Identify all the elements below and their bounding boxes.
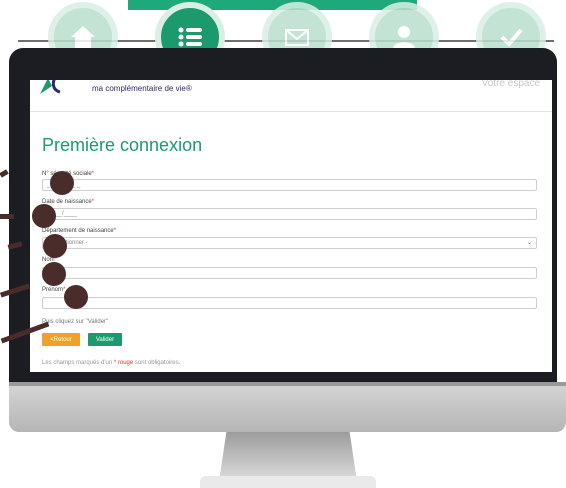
- brand-logo-icon: [40, 80, 61, 94]
- back-button[interactable]: <Retour: [42, 333, 80, 346]
- field-label-text: Prénom: [42, 287, 64, 293]
- footnote-text: Les champs marqués d'un: [42, 360, 113, 366]
- screen: ma complémentaire de vie® Votre espace P…: [30, 80, 552, 372]
- nss-input[interactable]: _ _ _ _ _ _ _: [42, 179, 537, 191]
- connector-dot: [42, 262, 66, 286]
- connector-dash: [0, 214, 14, 219]
- required-star: *: [91, 171, 95, 177]
- required-star: *: [91, 199, 95, 205]
- firstname-input[interactable]: [42, 297, 537, 309]
- required-star: *: [113, 228, 117, 234]
- birthdate-input[interactable]: __/__/____: [42, 208, 537, 220]
- field-label-birthdate: Date de naissance*: [42, 199, 94, 205]
- lastname-input[interactable]: [42, 267, 537, 279]
- submit-hint: Puis cliquez sur "Valider": [42, 319, 109, 325]
- chin-shadow: [9, 382, 566, 386]
- submit-button[interactable]: Valider: [88, 333, 122, 346]
- page-title: Première connexion: [42, 135, 203, 155]
- header-right-text[interactable]: Votre espace: [482, 80, 540, 89]
- connector-dot: [43, 234, 67, 258]
- connector-dot: [64, 285, 88, 309]
- monitor-stand-base: [200, 476, 376, 488]
- footnote-required-marker: * rouge: [113, 360, 134, 366]
- required-footnote: Les champs marqués d'un * rouge sont obl…: [42, 360, 180, 366]
- header-divider: [30, 111, 552, 112]
- field-label-text: Date de naissance: [42, 199, 92, 205]
- chevron-down-icon: ⌄: [526, 240, 532, 246]
- brand-tagline: ma complémentaire de vie®: [92, 84, 192, 93]
- field-label-firstname: Prénom*: [42, 287, 65, 293]
- connector-dot: [32, 204, 56, 228]
- monitor-chin: [9, 382, 566, 432]
- footnote-text-end: sont obligatoires.: [134, 360, 181, 366]
- connector-dot: [50, 171, 74, 195]
- department-select[interactable]: - Sélectionner - ⌄: [42, 237, 537, 249]
- connector-dash: [0, 169, 9, 178]
